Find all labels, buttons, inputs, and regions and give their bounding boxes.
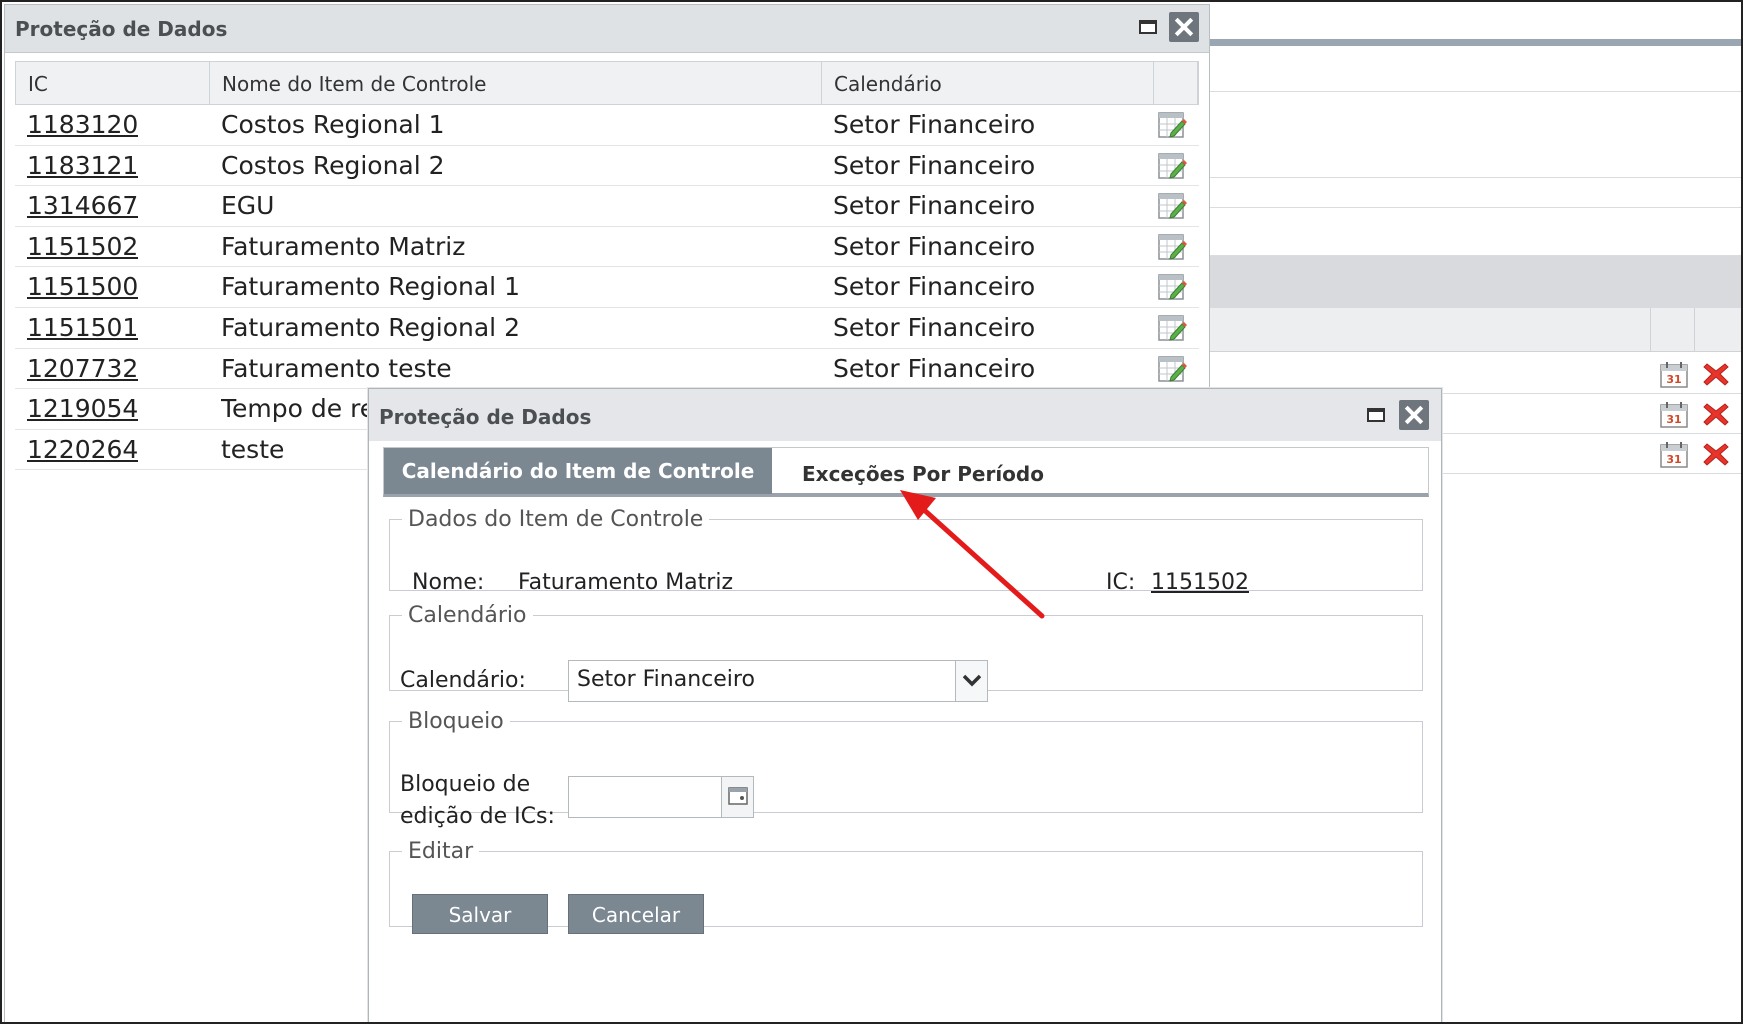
- svg-text:31: 31: [1666, 373, 1681, 386]
- tab-excecoes-por-periodo[interactable]: Exceções Por Período: [802, 448, 1044, 494]
- bloqueio-label-line1: Bloqueio de: [400, 772, 531, 797]
- table-row[interactable]: 1183121 Costos Regional 2 Setor Financeiro: [15, 146, 1199, 187]
- svg-text:31: 31: [1666, 453, 1681, 466]
- fieldset-legend: Bloqueio: [408, 709, 504, 734]
- column-header-nome[interactable]: Nome do Item de Controle: [210, 62, 822, 104]
- screenshot-frame: 31 31 31 Proteção de Dados IC Nome do It…: [0, 0, 1743, 1024]
- background-section-band: [1202, 256, 1741, 308]
- calendar-cell: Setor Financeiro: [833, 353, 1036, 383]
- ic-link[interactable]: 1183120: [27, 105, 138, 145]
- dialog-titlebar: Proteção de Dados: [369, 389, 1441, 441]
- cancel-button[interactable]: Cancelar: [568, 894, 704, 934]
- bloqueio-label-line2: edição de ICs:: [400, 804, 555, 829]
- date-picker-icon[interactable]: [721, 777, 753, 817]
- nome-label: Nome:: [412, 570, 485, 595]
- save-button[interactable]: Salvar: [412, 894, 548, 934]
- edit-calendar-icon[interactable]: [1157, 111, 1187, 139]
- item-name-cell: Tempo de re: [221, 394, 376, 424]
- delete-icon[interactable]: [1702, 360, 1730, 388]
- maximize-icon[interactable]: [1139, 20, 1157, 34]
- background-row: [1202, 92, 1741, 178]
- item-name-cell: Faturamento Regional 2: [221, 312, 520, 342]
- close-icon[interactable]: [1169, 12, 1199, 42]
- edit-calendar-icon[interactable]: [1157, 355, 1187, 383]
- background-grid-header: [1202, 308, 1741, 352]
- ic-link[interactable]: 1151502: [27, 227, 138, 267]
- background-row: [1202, 208, 1741, 256]
- edit-calendar-icon[interactable]: [1157, 273, 1187, 301]
- fieldset-calendario: Calendário Calendário: Setor Financeiro: [389, 603, 1423, 702]
- calendario-select[interactable]: Setor Financeiro: [568, 660, 988, 702]
- calendar-cell: Setor Financeiro: [833, 110, 1036, 139]
- ic-link[interactable]: 1151502: [1151, 570, 1249, 595]
- table-row[interactable]: 1151502 Faturamento Matriz Setor Financeir…: [15, 227, 1199, 268]
- ic-label: IC:: [1106, 570, 1136, 595]
- table-row[interactable]: 1151500 Faturamento Regional 1 Setor Finan…: [15, 267, 1199, 308]
- item-name-cell: Costos Regional 2: [221, 150, 445, 180]
- tab-calendario-item-controle[interactable]: Calendário do Item de Controle: [384, 448, 772, 494]
- column-header-actions: [1154, 62, 1198, 104]
- column-header-calendario[interactable]: Calendário: [822, 62, 1154, 104]
- nome-value: Faturamento Matriz: [518, 570, 733, 595]
- ic-link[interactable]: 1314667: [27, 186, 138, 226]
- background-toolbar: [1202, 2, 1741, 46]
- calendar-cell: Setor Financeiro: [833, 231, 1036, 261]
- svg-text:31: 31: [1666, 413, 1681, 426]
- ic-link[interactable]: 1219054: [27, 389, 138, 429]
- fieldset-editar: Editar Salvar Cancelar: [389, 839, 1423, 934]
- main-window-titlebar: Proteção de Dados: [5, 5, 1209, 53]
- chevron-down-icon[interactable]: [955, 661, 987, 701]
- dialog-title: Proteção de Dados: [379, 405, 592, 429]
- calendar-cell: Setor Financeiro: [833, 191, 1036, 221]
- calendar-dialog: Proteção de Dados Calendário do Item de …: [368, 388, 1442, 1022]
- calendar-icon[interactable]: 31: [1660, 442, 1688, 468]
- edit-calendar-icon[interactable]: [1157, 192, 1187, 220]
- background-row: [1202, 62, 1741, 92]
- ic-link[interactable]: 1151500: [27, 267, 138, 307]
- calendario-label: Calendário:: [400, 668, 526, 693]
- column-header-ic[interactable]: IC: [16, 62, 210, 104]
- calendar-icon[interactable]: 31: [1660, 402, 1688, 428]
- edit-calendar-icon[interactable]: [1157, 314, 1187, 342]
- calendario-selected-value: Setor Financeiro: [577, 667, 755, 692]
- calendar-cell: Setor Financeiro: [833, 272, 1036, 302]
- item-name-cell: teste: [221, 434, 285, 464]
- close-icon[interactable]: [1399, 400, 1429, 430]
- calendar-icon[interactable]: 31: [1660, 362, 1688, 388]
- grid-header: IC Nome do Item de Controle Calendário: [15, 61, 1199, 105]
- table-row[interactable]: 1183120 Costos Regional 1 Setor Financeiro: [15, 105, 1199, 146]
- fieldset-legend: Dados do Item de Controle: [408, 507, 704, 532]
- calendar-cell: Setor Financeiro: [833, 150, 1036, 180]
- dialog-tabbar: Calendário do Item de Controle Exceções …: [383, 447, 1429, 497]
- table-row[interactable]: 1207732 Faturamento teste Setor Financeiro: [15, 349, 1199, 390]
- table-row[interactable]: 1314667 EGU Setor Financeiro: [15, 186, 1199, 227]
- ic-link[interactable]: 1151501: [27, 308, 138, 348]
- fieldset-bloqueio: Bloqueio Bloqueio de edição de ICs:: [389, 709, 1423, 829]
- edit-calendar-icon[interactable]: [1157, 152, 1187, 180]
- fieldset-legend: Calendário: [408, 603, 527, 628]
- ic-link[interactable]: 1220264: [27, 430, 138, 470]
- ic-link[interactable]: 1183121: [27, 146, 138, 186]
- item-name-cell: Costos Regional 1: [221, 110, 445, 139]
- table-row[interactable]: 1151501 Faturamento Regional 2 Setor Finan…: [15, 308, 1199, 349]
- item-name-cell: Faturamento teste: [221, 353, 452, 383]
- ic-link[interactable]: 1207732: [27, 349, 138, 389]
- item-name-cell: Faturamento Matriz: [221, 231, 466, 261]
- fieldset-dados-item: Dados do Item de Controle Nome: Faturame…: [389, 507, 1423, 595]
- main-window-title: Proteção de Dados: [15, 17, 228, 41]
- delete-icon[interactable]: [1702, 440, 1730, 468]
- background-row: [1202, 178, 1741, 208]
- fieldset-legend: Editar: [408, 839, 474, 864]
- bloqueio-date-input[interactable]: [568, 776, 754, 818]
- calendar-cell: Setor Financeiro: [833, 312, 1036, 342]
- item-name-cell: EGU: [221, 191, 275, 221]
- delete-icon[interactable]: [1702, 400, 1730, 428]
- item-name-cell: Faturamento Regional 1: [221, 272, 520, 302]
- maximize-icon[interactable]: [1367, 408, 1385, 422]
- edit-calendar-icon[interactable]: [1157, 233, 1187, 261]
